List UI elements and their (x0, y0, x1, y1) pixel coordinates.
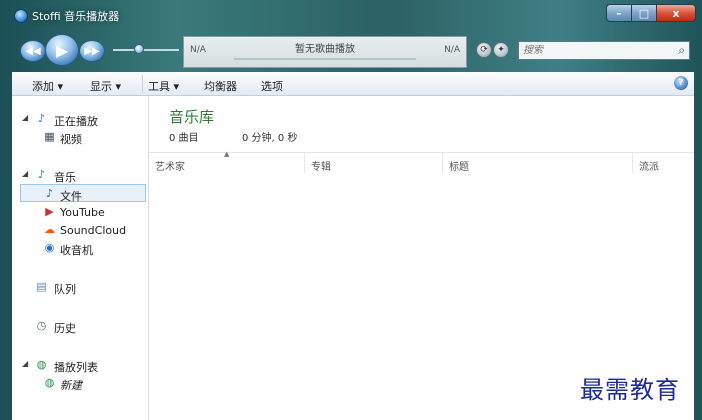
search-input[interactable] (519, 42, 669, 59)
track-count: 0 曲目 (169, 133, 199, 144)
sidebar-item-label: 播放列表 (54, 361, 98, 374)
maximize-icon: □ (638, 6, 650, 20)
volume-slider-handle[interactable] (134, 44, 145, 54)
film-icon: ▦ (44, 130, 55, 143)
minimize-icon: – (616, 6, 622, 20)
sidebar-item-label: 新建 (60, 379, 82, 392)
sidebar-item-radio[interactable]: ◉ 收音机 (12, 239, 148, 257)
shuffle-icon: ✦ (497, 45, 505, 55)
seek-bar[interactable] (234, 58, 416, 60)
column-divider[interactable] (632, 153, 633, 173)
column-divider[interactable] (442, 153, 443, 173)
music-note-icon: ♪ (37, 112, 46, 125)
soundcloud-icon: ☁ (44, 223, 55, 236)
menu-equalizer[interactable]: 均衡器 (204, 78, 237, 94)
playlist-globe-icon: ◍ (36, 358, 47, 371)
menu-options[interactable]: 选项 (261, 78, 283, 94)
play-button[interactable]: ▶ (45, 34, 79, 66)
close-button[interactable]: x (656, 4, 696, 22)
sidebar-item-youtube[interactable]: ▶ YouTube (12, 203, 148, 221)
sidebar-item-playlists[interactable]: ◢ ◍ 播放列表 (12, 356, 148, 374)
column-album[interactable]: 专辑 (311, 158, 331, 173)
column-title[interactable]: 标题 (449, 158, 469, 173)
watermark: 最需教育 (580, 376, 680, 404)
sidebar: ◢ ♪ 正在播放 ▦ 视频 ◢ ♪ 音乐 ♪ 文件 ▶ YouTube ☁ So… (12, 96, 149, 420)
repeat-icon: ⟳ (480, 45, 488, 55)
column-genre[interactable]: 流派 (639, 158, 659, 173)
sidebar-item-music[interactable]: ◢ ♪ 音乐 (12, 166, 148, 184)
sidebar-item-label: 视频 (60, 133, 82, 146)
column-divider[interactable] (304, 153, 305, 173)
repeat-button[interactable]: ⟳ (476, 42, 492, 58)
sidebar-item-label: 文件 (60, 190, 82, 203)
now-playing-text: 暂无歌曲播放 (295, 44, 355, 55)
previous-button[interactable]: ◀◀ (20, 40, 46, 62)
sidebar-item-label: 队列 (54, 283, 76, 296)
collapse-icon[interactable]: ◢ (22, 169, 28, 178)
menu-tools[interactable]: 工具 ▾ (148, 78, 179, 94)
shuffle-button[interactable]: ✦ (493, 42, 509, 58)
window-title: Stoffi 音乐播放器 (32, 10, 120, 23)
menu-separator (142, 75, 143, 93)
play-icon: ▶ (55, 40, 69, 60)
collapse-icon[interactable]: ◢ (22, 359, 28, 368)
sidebar-item-label: SoundCloud (60, 224, 127, 237)
remaining-time: N/A (444, 45, 460, 55)
menu-view[interactable]: 显示 ▾ (90, 78, 121, 94)
volume-slider[interactable] (113, 49, 179, 51)
now-playing-display: N/A 暂无歌曲播放 N/A (183, 36, 467, 68)
sidebar-item-label: 正在播放 (54, 115, 98, 128)
sidebar-item-history[interactable]: ◷ 历史 (12, 317, 148, 335)
music-note-icon: ♪ (37, 168, 46, 181)
radio-waves-icon: ◉ (44, 241, 55, 254)
library-title: 音乐库 (169, 108, 215, 126)
sidebar-item-soundcloud[interactable]: ☁ SoundCloud (12, 221, 148, 239)
music-file-icon: ♪ (45, 187, 54, 200)
app-icon (14, 9, 28, 23)
search-icon[interactable]: ⌕ (678, 43, 685, 58)
clock-icon: ◷ (36, 319, 47, 332)
youtube-icon: ▶ (45, 205, 54, 218)
sidebar-item-new-playlist[interactable]: ◍ 新建 (12, 374, 148, 392)
sidebar-item-label: 历史 (54, 322, 76, 335)
close-icon: x (672, 6, 680, 20)
menu-bar: 添加 ▾ 显示 ▾ 工具 ▾ 均衡器 选项 ? (12, 72, 694, 96)
help-icon[interactable]: ? (674, 76, 688, 90)
maximize-button[interactable]: □ (631, 4, 657, 22)
sidebar-item-files[interactable]: ♪ 文件 (20, 184, 146, 203)
title-bar[interactable]: Stoffi 音乐播放器 – □ x (0, 0, 702, 28)
sidebar-item-label: 音乐 (54, 171, 76, 184)
collapse-icon[interactable]: ◢ (22, 113, 28, 122)
queue-icon: ▤ (36, 280, 47, 293)
next-button[interactable]: ▶▶ (79, 40, 105, 62)
new-playlist-icon: ◍ (44, 376, 55, 389)
sidebar-item-video[interactable]: ▦ 视频 (12, 128, 148, 146)
minimize-button[interactable]: – (606, 4, 632, 22)
sidebar-item-queue[interactable]: ▤ 队列 (12, 278, 148, 296)
menu-add[interactable]: 添加 ▾ (32, 78, 63, 94)
total-duration: 0 分钟, 0 秒 (242, 133, 298, 144)
search-box[interactable]: ⌕ (518, 41, 690, 60)
sort-ascending-icon: ▲ (224, 150, 230, 158)
sidebar-item-label: 收音机 (60, 244, 93, 257)
window-frame: Stoffi 音乐播放器 – □ x ◀◀ ▶ ▶▶ N/A 暂无歌曲播放 N/… (0, 0, 702, 420)
column-header-row: ▲ 艺术家 专辑 标题 流派 (149, 150, 694, 173)
previous-icon: ◀◀ (25, 45, 41, 57)
column-artist[interactable]: 艺术家 (155, 158, 185, 173)
next-icon: ▶▶ (84, 45, 100, 57)
sidebar-item-label: YouTube (60, 206, 105, 219)
sidebar-item-now-playing[interactable]: ◢ ♪ 正在播放 (12, 110, 148, 128)
